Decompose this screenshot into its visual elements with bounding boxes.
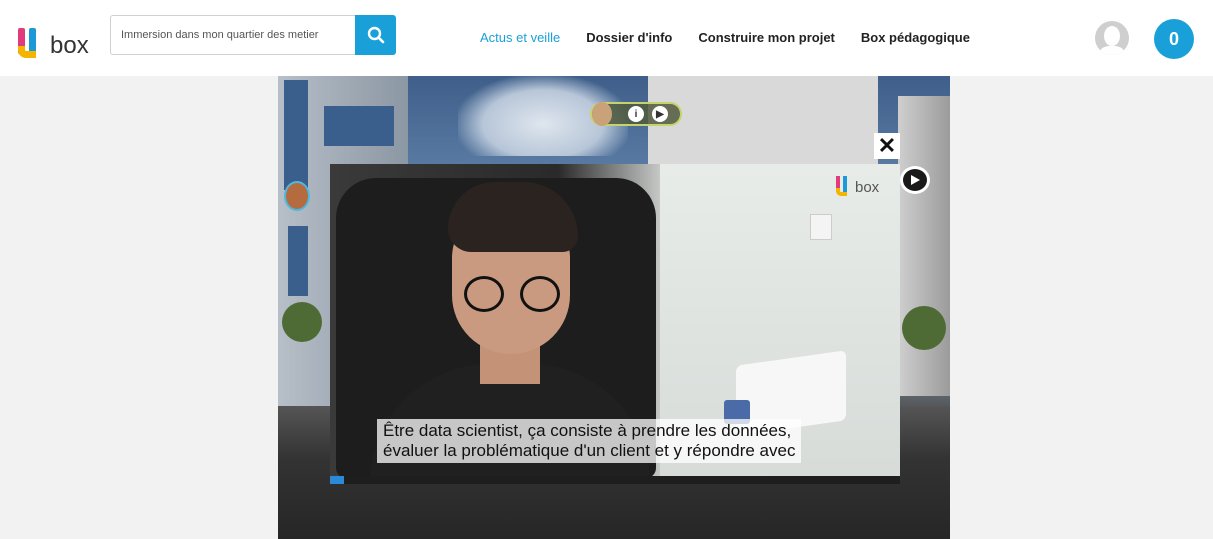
user-avatar-icon[interactable]: [1095, 21, 1129, 55]
scene-play-button[interactable]: [900, 166, 930, 194]
video-subtitles: Être data scientist, ça consiste à prend…: [377, 419, 802, 463]
info-icon[interactable]: i: [628, 106, 644, 122]
search-icon: [367, 26, 384, 44]
main-nav: Actus et veille Dossier d'info Construir…: [480, 30, 996, 45]
site-header: box Actus et veille Dossier d'info Const…: [0, 0, 1213, 76]
nav-dossier-info[interactable]: Dossier d'info: [586, 30, 672, 45]
nav-box-pedagogique[interactable]: Box pédagogique: [861, 30, 970, 45]
character-face-icon[interactable]: [284, 181, 310, 211]
logo-mark-icon: [835, 176, 853, 196]
scene-tree: [902, 306, 946, 350]
video-glasses: [464, 276, 504, 312]
subtitle-line: Être data scientist, ça consiste à prend…: [383, 421, 792, 440]
search-input[interactable]: [110, 15, 355, 55]
video-light-switch: [810, 214, 832, 240]
scene-building-center: [648, 76, 878, 176]
play-icon: [911, 175, 920, 185]
play-icon[interactable]: ▶: [652, 106, 668, 122]
video-glasses: [520, 276, 560, 312]
video-progress-fill: [330, 476, 345, 484]
scene-building-right: [898, 96, 950, 396]
video-logo-text: box: [855, 179, 880, 196]
character-face-icon: [592, 102, 612, 126]
nav-construire-mon-projet[interactable]: Construire mon projet: [698, 30, 835, 45]
search-button[interactable]: [355, 15, 396, 55]
scene-tree: [282, 302, 322, 342]
cart-count-badge[interactable]: 0: [1154, 19, 1194, 59]
subtitle-line: évaluer la problématique d'un client et …: [383, 441, 796, 460]
video-progress-bar[interactable]: [330, 476, 900, 484]
video-player[interactable]: box Être data scientist, ça consiste à p…: [330, 164, 900, 484]
close-video-button[interactable]: ✕: [874, 133, 900, 159]
scene-hotspot[interactable]: i ▶: [590, 94, 682, 134]
video-watermark-logo: box: [835, 176, 879, 196]
close-icon: ✕: [877, 133, 897, 158]
avatar-silhouette: [1095, 21, 1129, 55]
search-bar: [110, 15, 396, 55]
nav-actus-et-veille[interactable]: Actus et veille: [480, 30, 560, 45]
logo-mark-icon: [16, 26, 54, 60]
logo-text: box: [50, 32, 89, 59]
site-logo[interactable]: box: [16, 20, 89, 60]
